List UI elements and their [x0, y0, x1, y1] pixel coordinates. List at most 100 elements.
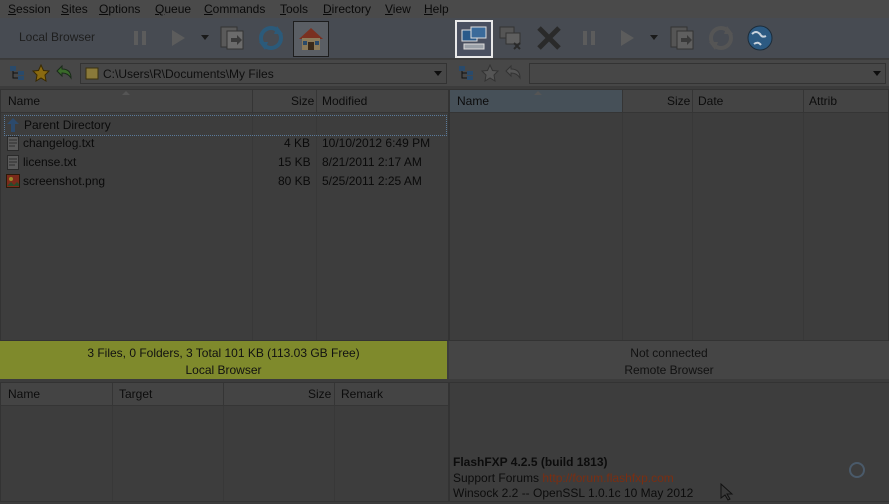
menu-session[interactable]: Session — [8, 2, 51, 16]
local-list-header: Name Size Modified — [1, 90, 448, 113]
column-divider[interactable] — [223, 383, 224, 405]
play-icon — [621, 30, 634, 46]
toolbar: Local Browser — [0, 18, 889, 59]
text-file-icon — [7, 136, 19, 154]
local-col-modified[interactable]: Modified — [322, 94, 367, 108]
local-pause-button[interactable] — [124, 22, 156, 54]
menu-view[interactable]: View — [385, 2, 411, 16]
file-name: screenshot.png — [23, 174, 106, 188]
remote-tree-icon[interactable] — [458, 65, 474, 84]
remote-col-size[interactable]: Size — [667, 94, 690, 108]
local-file-list[interactable]: Name Size Modified Parent Directory chan… — [0, 89, 449, 341]
remote-status-title: Remote Browser — [624, 363, 714, 377]
menu-sites[interactable]: Sites — [61, 2, 88, 16]
menu-options[interactable]: Options — [99, 2, 140, 16]
remote-favorites-icon[interactable] — [480, 63, 500, 85]
support-forum-link[interactable]: http://forum.flashfxp.com — [542, 471, 673, 485]
column-divider[interactable] — [803, 90, 804, 112]
remote-file-list[interactable]: Name Size Date Attrib — [449, 89, 889, 341]
remote-status-panel: Not connected Remote Browser — [449, 341, 889, 379]
play-icon — [172, 30, 185, 46]
local-refresh-button[interactable] — [255, 22, 287, 54]
queue-col-name[interactable]: Name — [8, 387, 40, 401]
menu-tools[interactable]: Tools — [280, 2, 308, 16]
globe-button[interactable] — [744, 22, 776, 54]
mouse-cursor-icon — [720, 482, 734, 504]
remote-col-attrib[interactable]: Attrib — [809, 94, 837, 108]
sort-ascending-icon — [122, 91, 130, 95]
connect-button[interactable] — [455, 20, 493, 58]
log-support-line: Support Forums http://forum.flashfxp.com — [453, 471, 674, 485]
file-name: changelog.txt — [23, 136, 95, 150]
menu-help[interactable]: Help — [424, 2, 449, 16]
close-icon — [537, 26, 561, 50]
menu-directory-accel: D — [323, 2, 332, 16]
remote-refresh-button[interactable] — [705, 22, 737, 54]
menu-commands-accel: C — [204, 2, 213, 16]
remote-col-date[interactable]: Date — [698, 94, 723, 108]
status-log[interactable]: FlashFXP 4.2.5 (build 1813) Support Foru… — [449, 382, 889, 502]
local-col-name[interactable]: Name — [8, 94, 40, 108]
column-line — [334, 406, 335, 501]
menu-directory-label: irectory — [331, 2, 372, 16]
column-divider[interactable] — [252, 90, 253, 112]
menu-commands[interactable]: Commands — [204, 2, 265, 16]
chevron-down-icon[interactable] — [873, 71, 881, 76]
connect-computers-icon — [461, 26, 487, 50]
local-back-icon[interactable] — [56, 64, 74, 85]
menu-sites-accel: S — [61, 2, 70, 16]
remote-pause-button[interactable] — [573, 22, 605, 54]
menu-commands-label: ommands — [212, 2, 266, 16]
table-row[interactable]: Parent Directory — [4, 115, 447, 136]
column-divider[interactable] — [692, 90, 693, 112]
file-modified: 8/21/2011 2:17 AM — [322, 155, 422, 169]
table-row[interactable]: license.txt 15 KB 8/21/2011 2:17 AM — [4, 153, 445, 172]
local-status-panel: 3 Files, 0 Folders, 3 Total 101 KB (113.… — [0, 341, 447, 379]
table-row[interactable]: screenshot.png 80 KB 5/25/2011 2:25 AM — [4, 172, 445, 191]
menu-session-accel: S — [8, 2, 17, 16]
remote-col-name[interactable]: Name — [457, 94, 489, 108]
refresh-icon — [709, 26, 733, 50]
table-row[interactable]: changelog.txt 4 KB 10/10/2012 6:49 PM — [4, 134, 445, 153]
column-line — [803, 113, 804, 340]
remote-back-icon[interactable] — [505, 64, 523, 85]
local-col-size[interactable]: Size — [291, 94, 314, 108]
local-tree-icon[interactable] — [9, 65, 25, 84]
local-path-combo[interactable]: C:\Users\R\Documents\My Files — [80, 63, 447, 84]
documents-transfer-icon — [670, 26, 694, 50]
local-favorites-icon[interactable] — [31, 63, 51, 85]
chevron-down-icon[interactable] — [434, 71, 442, 76]
image-file-icon — [6, 174, 20, 191]
column-line — [223, 406, 224, 501]
file-modified: 5/25/2011 2:25 AM — [322, 174, 422, 188]
remote-queue-transfer-button[interactable] — [666, 22, 698, 54]
column-divider[interactable] — [622, 90, 623, 112]
queue-col-size[interactable]: Size — [308, 387, 331, 401]
queue-col-target[interactable]: Target — [119, 387, 152, 401]
column-divider[interactable] — [316, 90, 317, 112]
queue-col-remark[interactable]: Remark — [341, 387, 383, 401]
column-line — [622, 113, 623, 340]
file-modified: 10/10/2012 6:49 PM — [322, 136, 431, 150]
remote-transfer-button[interactable] — [611, 22, 643, 54]
column-divider[interactable] — [334, 383, 335, 405]
menu-view-label: iew — [392, 2, 411, 16]
local-transfer-button[interactable] — [162, 22, 194, 54]
log-winsock-line: Winsock 2.2 -- OpenSSL 1.0.1c 10 May 201… — [453, 486, 694, 500]
local-path-bar: C:\Users\R\Documents\My Files — [0, 60, 449, 86]
menu-queue-label: ueue — [164, 2, 192, 16]
local-queue-transfer-button[interactable] — [216, 22, 248, 54]
local-browser-button[interactable]: Local Browser — [19, 30, 95, 44]
disconnect-button[interactable] — [495, 22, 527, 54]
local-home-button[interactable] — [293, 21, 329, 57]
local-transfer-dropdown-icon[interactable] — [201, 35, 209, 40]
queue-list[interactable]: Name Target Size Remark — [0, 382, 449, 502]
menu-queue[interactable]: Queue — [155, 2, 191, 16]
column-divider[interactable] — [112, 383, 113, 405]
remote-path-combo[interactable] — [529, 63, 886, 84]
menu-session-label: ession — [16, 2, 51, 16]
menu-directory[interactable]: Directory — [323, 2, 371, 16]
menu-help-accel: H — [424, 2, 433, 16]
abort-button[interactable] — [533, 22, 565, 54]
remote-transfer-dropdown-icon[interactable] — [650, 35, 658, 40]
